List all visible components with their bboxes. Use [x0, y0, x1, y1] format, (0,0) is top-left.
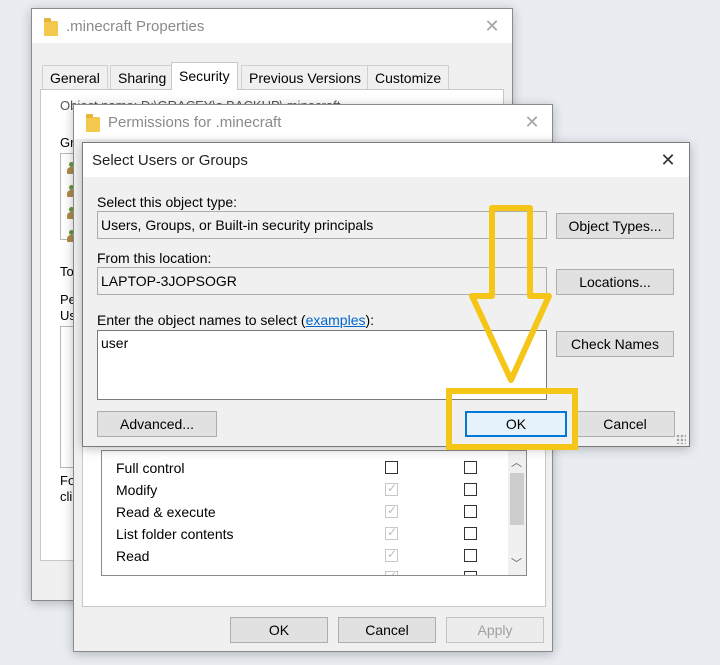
permission-list: Full control Modify Read & execute List … — [101, 450, 527, 576]
deny-checkbox[interactable] — [464, 461, 477, 474]
names-value: user — [101, 335, 129, 351]
close-icon[interactable]: ✕ — [520, 111, 544, 133]
examples-link[interactable]: examples — [306, 312, 366, 328]
permissions-panel: Full control Modify Read & execute List … — [82, 435, 546, 607]
tab-security[interactable]: Security — [171, 62, 238, 90]
tab-customize[interactable]: Customize — [367, 65, 450, 89]
chevron-down-icon[interactable]: ﹀ — [511, 555, 522, 571]
location-label: From this location: — [97, 250, 212, 266]
resize-grip-icon[interactable] — [676, 434, 686, 444]
permissions-titlebar: Permissions for .minecraft ✕ — [74, 105, 552, 139]
close-icon[interactable]: ✕ — [656, 149, 680, 171]
ok-button[interactable]: OK — [230, 617, 328, 643]
folder-icon — [86, 114, 100, 132]
locations-button[interactable]: Locations... — [556, 269, 674, 295]
allow-checkbox[interactable] — [385, 481, 398, 496]
cancel-button[interactable]: Cancel — [338, 617, 436, 643]
dialog-title: Select Users or Groups — [92, 152, 248, 169]
dialog-ok-button[interactable]: OK — [465, 411, 567, 437]
deny-checkbox[interactable] — [464, 527, 477, 540]
names-textarea[interactable]: user — [97, 330, 547, 400]
properties-title: .minecraft Properties — [66, 18, 205, 35]
tab-sharing[interactable]: Sharing — [110, 65, 175, 89]
deny-checkbox[interactable] — [464, 483, 477, 496]
allow-checkbox[interactable] — [385, 547, 398, 562]
select-users-dialog: Select Users or Groups ✕ Select this obj… — [82, 142, 690, 447]
object-type-label: Select this object type: — [97, 194, 238, 210]
object-types-button[interactable]: Object Types... — [556, 213, 674, 239]
dialog-cancel-button[interactable]: Cancel — [575, 411, 675, 437]
chevron-up-icon[interactable]: ︿ — [511, 454, 522, 470]
location-field: LAPTOP-3JOPSOGR — [97, 267, 547, 295]
enter-names-prefix: Enter the object names to select ( — [97, 312, 306, 328]
list-item: List folder contents — [102, 525, 502, 548]
allow-checkbox[interactable] — [385, 525, 398, 540]
select-users-titlebar: Select Users or Groups ✕ — [83, 143, 689, 177]
check-names-button[interactable]: Check Names — [556, 331, 674, 357]
scrollbar[interactable]: ︿ ﹀ — [508, 451, 526, 575]
click-advanced-label: cli — [60, 489, 73, 504]
allow-checkbox[interactable] — [385, 503, 398, 518]
advanced-button[interactable]: Advanced... — [97, 411, 217, 437]
close-icon[interactable]: ✕ — [480, 15, 504, 37]
list-item-partial — [102, 569, 502, 575]
permission-label: Full control — [116, 460, 185, 476]
allow-checkbox[interactable] — [385, 569, 398, 575]
enter-names-suffix: ): — [365, 312, 375, 328]
tab-general[interactable]: General — [42, 65, 108, 89]
object-type-field: Users, Groups, or Built-in security prin… — [97, 211, 547, 239]
list-item: Modify — [102, 481, 502, 504]
permission-label: Read & execute — [116, 504, 216, 520]
permission-label: List folder contents — [116, 526, 234, 542]
permission-label: Read — [116, 548, 150, 564]
apply-button[interactable]: Apply — [446, 617, 544, 643]
deny-checkbox[interactable] — [464, 571, 477, 575]
tab-previous-versions[interactable]: Previous Versions — [241, 65, 370, 89]
allow-checkbox[interactable] — [385, 461, 398, 474]
enter-names-label: Enter the object names to select (exampl… — [97, 312, 374, 328]
folder-icon — [44, 18, 58, 36]
list-item: Full control — [102, 460, 502, 482]
deny-checkbox[interactable] — [464, 505, 477, 518]
deny-checkbox[interactable] — [464, 549, 477, 562]
permissions-title: Permissions for .minecraft — [108, 114, 282, 131]
properties-titlebar: .minecraft Properties ✕ — [32, 9, 512, 43]
list-item: Read — [102, 547, 502, 570]
list-item: Read & execute — [102, 503, 502, 526]
scrollbar-thumb[interactable] — [510, 473, 524, 525]
to-change-label: To — [60, 264, 74, 279]
permission-label: Modify — [116, 482, 158, 498]
